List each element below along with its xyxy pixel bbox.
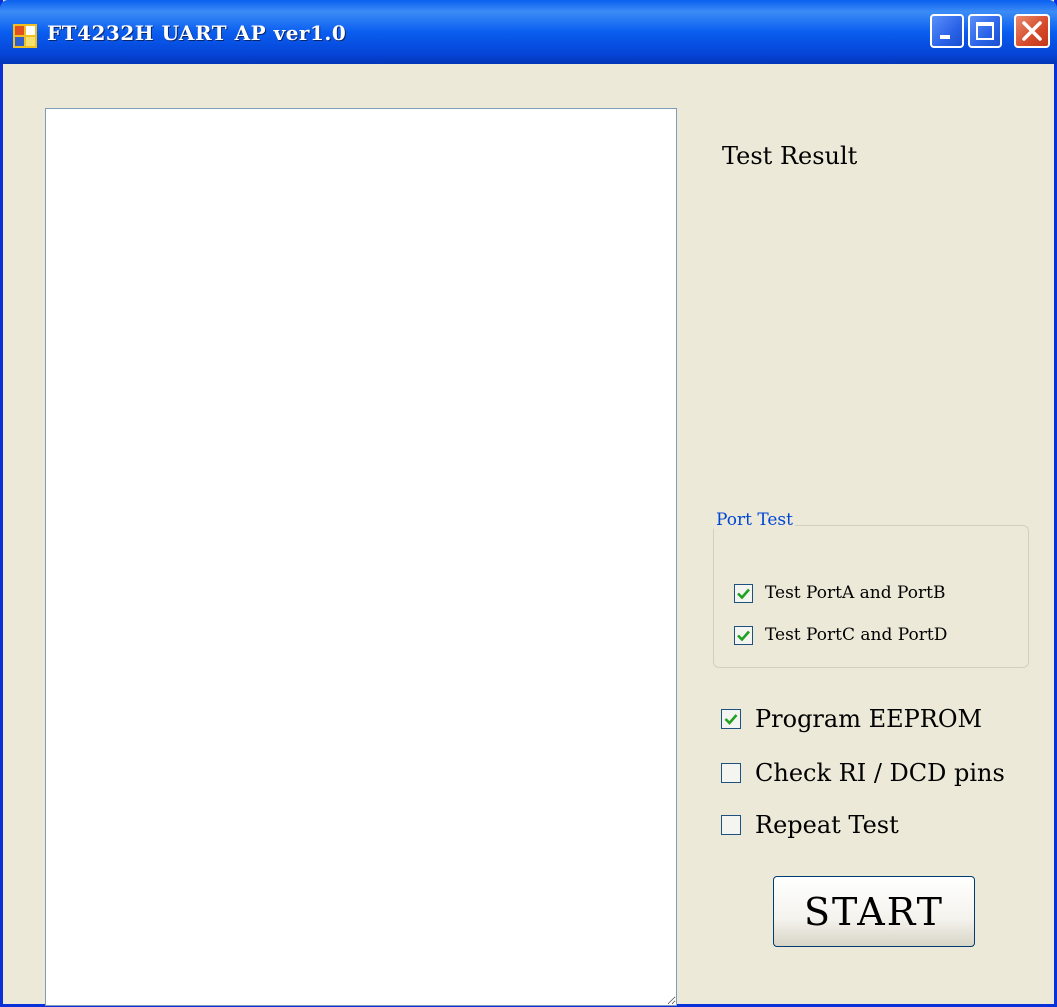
program-eeprom-checkbox[interactable]: Program EEPROM: [721, 705, 982, 733]
app-window: FT4232H UART AP ver1.0: [0, 0, 1057, 1007]
start-button[interactable]: START: [773, 876, 975, 947]
app-window-icon: [13, 24, 37, 48]
checkbox-label: Check RI / DCD pins: [755, 759, 1005, 787]
test-port-c-d-checkbox[interactable]: Test PortC and PortD: [734, 625, 947, 645]
close-icon: [1022, 21, 1042, 41]
test-port-a-b-checkbox[interactable]: Test PortA and PortB: [734, 583, 945, 603]
port-test-title: Port Test: [714, 510, 795, 530]
checkbox-box[interactable]: [734, 583, 753, 603]
check-ri-dcd-checkbox[interactable]: Check RI / DCD pins: [721, 759, 1005, 787]
checkbox-box[interactable]: [734, 625, 753, 645]
repeat-test-checkbox[interactable]: Repeat Test: [721, 811, 899, 839]
checkbox-label: Test PortC and PortD: [765, 625, 948, 645]
checkmark-icon: [724, 714, 738, 725]
checkbox-label: Repeat Test: [755, 811, 899, 839]
checkmark-icon: [737, 588, 750, 599]
close-button[interactable]: [1014, 14, 1050, 48]
minimize-icon: [940, 35, 950, 39]
test-result-label: Test Result: [722, 142, 858, 170]
checkbox-box[interactable]: [721, 763, 741, 783]
checkbox-label: Test PortA and PortB: [765, 583, 946, 603]
checkbox-label: Program EEPROM: [755, 705, 983, 733]
maximize-button[interactable]: [968, 14, 1002, 48]
maximize-icon: [976, 22, 994, 40]
checkbox-box[interactable]: [721, 709, 741, 729]
checkbox-box[interactable]: [721, 815, 741, 835]
minimize-button[interactable]: [930, 14, 964, 48]
window-title: FT4232H UART AP ver1.0: [47, 21, 347, 45]
title-bar[interactable]: FT4232H UART AP ver1.0: [0, 0, 1057, 64]
log-textarea[interactable]: [45, 108, 677, 1006]
checkmark-icon: [737, 630, 750, 641]
